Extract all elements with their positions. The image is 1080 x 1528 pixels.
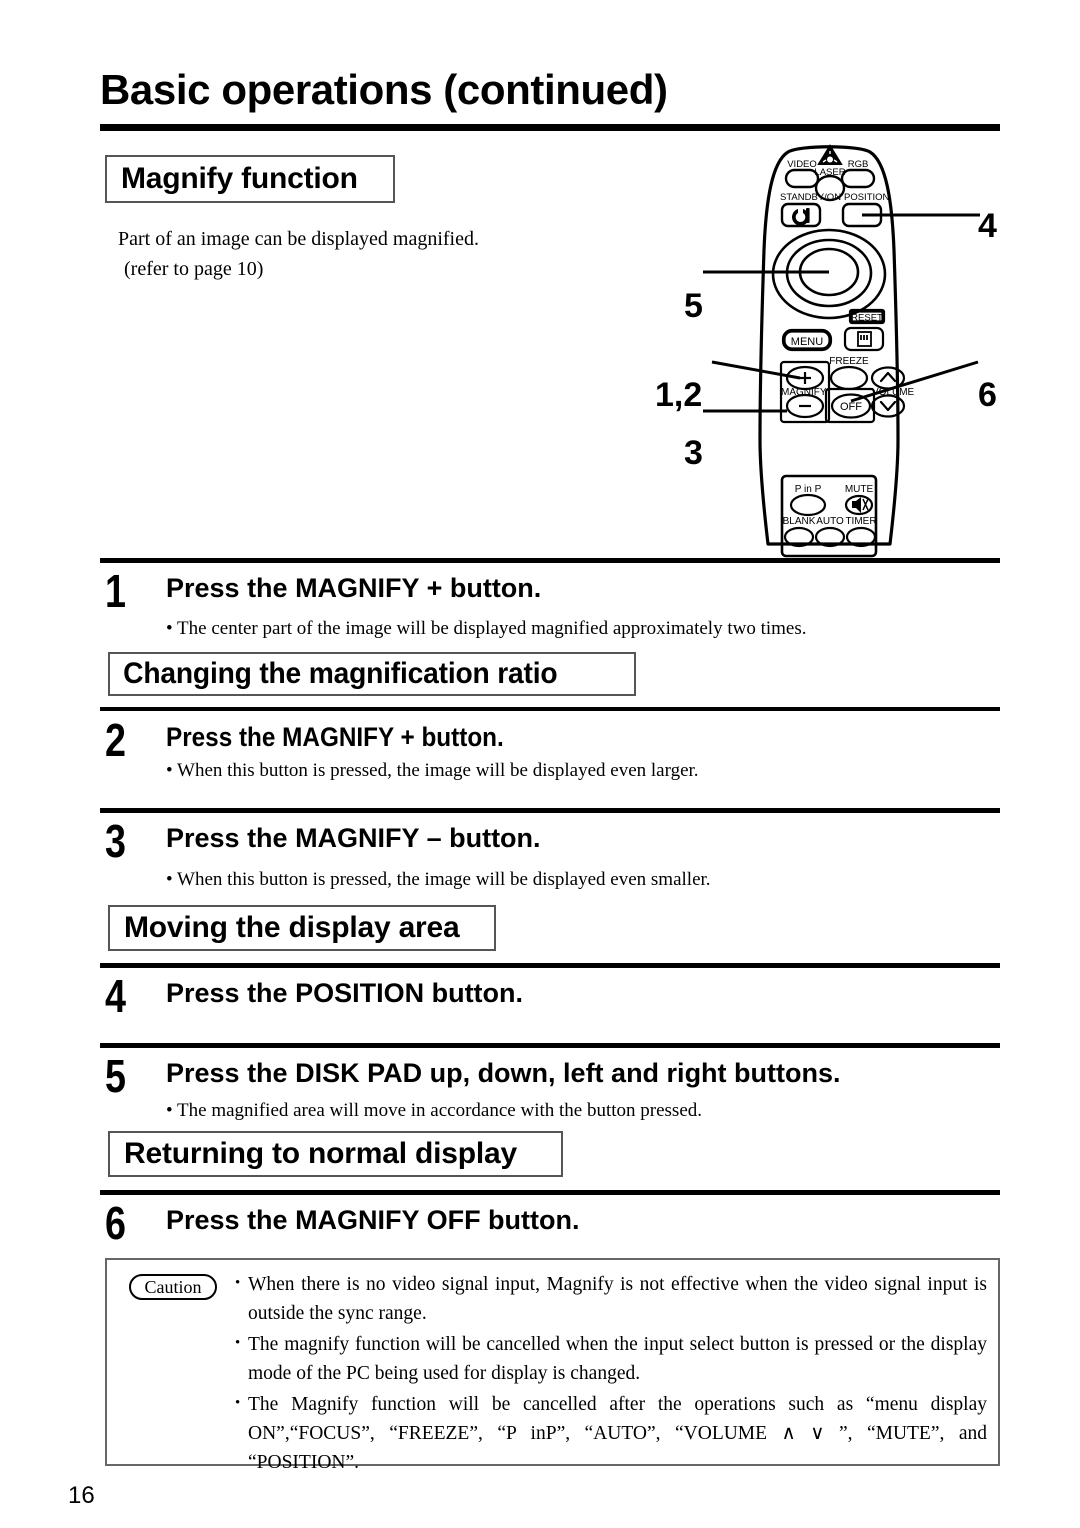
rule-step-4 [100,963,1000,968]
section-heading-label: Returning to normal display [124,1137,517,1170]
step-number-4: 4 [105,970,126,1022]
intro-paragraph: Part of an image can be displayed magnif… [118,224,479,284]
step-number-1: 1 [105,565,126,617]
svg-text:P in P: P in P [795,484,822,495]
step-note-5: • The magnified area will move in accord… [166,1100,703,1121]
section-heading-moving-display: Moving the display area [108,905,496,951]
callout-4: 4 [978,207,997,245]
svg-text:TIMER: TIMER [845,516,876,527]
step-title-3: Press the MAGNIFY – button. [166,823,541,853]
section-heading-magnify-function: Magnify function [105,155,395,203]
svg-text:VIDEO: VIDEO [787,159,817,170]
caution-list: When there is no video signal input, Mag… [235,1269,987,1479]
step-title-5: Press the DISK PAD up, down, left and ri… [166,1058,841,1088]
svg-text:RGB: RGB [848,159,869,170]
step-number-2: 2 [105,714,126,766]
intro-line-1: Part of an image can be displayed magnif… [118,228,479,250]
page-number: 16 [68,1482,95,1509]
caution-label: Caution [144,1276,202,1297]
step-title-1: Press the MAGNIFY + button. [166,573,542,603]
callout-5: 5 [684,287,703,325]
section-heading-returning-normal: Returning to normal display [108,1131,563,1177]
intro-line-2: (refer to page 10) [124,258,264,280]
step-note-1: • The center part of the image will be d… [166,618,807,639]
svg-text:MUTE: MUTE [845,484,874,495]
section-heading-label: Moving the display area [124,911,460,944]
svg-text:MENU: MENU [791,336,823,348]
caution-box: Caution When there is no video signal in… [105,1258,1000,1473]
svg-text:BLANK: BLANK [783,516,816,527]
caution-badge: Caution [129,1274,217,1300]
step-title-2: Press the MAGNIFY + button. [166,722,504,752]
step-note-3: • When this button is pressed, the image… [166,869,711,890]
step-number-5: 5 [105,1050,126,1102]
svg-text:AUTO: AUTO [816,516,844,527]
step-title-4: Press the POSITION button. [166,978,524,1008]
page-title: Basic operations (continued) [100,66,668,113]
caution-item: The magnify function will be cancelled w… [235,1329,987,1388]
rule-step-1 [100,558,1000,563]
callout-6: 6 [978,376,997,414]
remote-control-diagram: VIDEO RGB LASER STANDBY/ON POSITION MENU… [640,140,1040,560]
svg-text:RESET: RESET [851,313,883,324]
step-note-2: • When this button is pressed, the image… [166,760,699,781]
svg-text:LASER: LASER [814,167,845,178]
manual-page: Basic operations (continued) Magnify fun… [0,0,1080,1528]
title-rule [100,124,1000,131]
rule-step-6 [100,1190,1000,1195]
section-heading-changing-ratio: Changing the magnification ratio [108,652,636,696]
rule-step-3 [100,808,1000,813]
svg-text:POSITION: POSITION [844,192,890,203]
step-title-6: Press the MAGNIFY OFF button. [166,1205,580,1235]
section-heading-label: Magnify function [121,162,358,195]
callout-3: 3 [684,434,703,472]
svg-text:FREEZE: FREEZE [829,356,869,367]
section-heading-label: Changing the magnification ratio [123,657,558,690]
callout-1-2: 1,2 [655,376,703,414]
svg-text:OFF: OFF [840,401,862,413]
step-number-3: 3 [105,815,126,867]
svg-text:STANDBY/ON: STANDBY/ON [780,192,841,203]
rule-step-2 [100,707,1000,711]
caution-item: When there is no video signal input, Mag… [235,1269,987,1328]
rule-step-5 [100,1043,1000,1048]
svg-text:MAGNIFY: MAGNIFY [781,387,827,398]
caution-item: The Magnify function will be cancelled a… [235,1389,987,1477]
step-number-6: 6 [105,1197,126,1249]
